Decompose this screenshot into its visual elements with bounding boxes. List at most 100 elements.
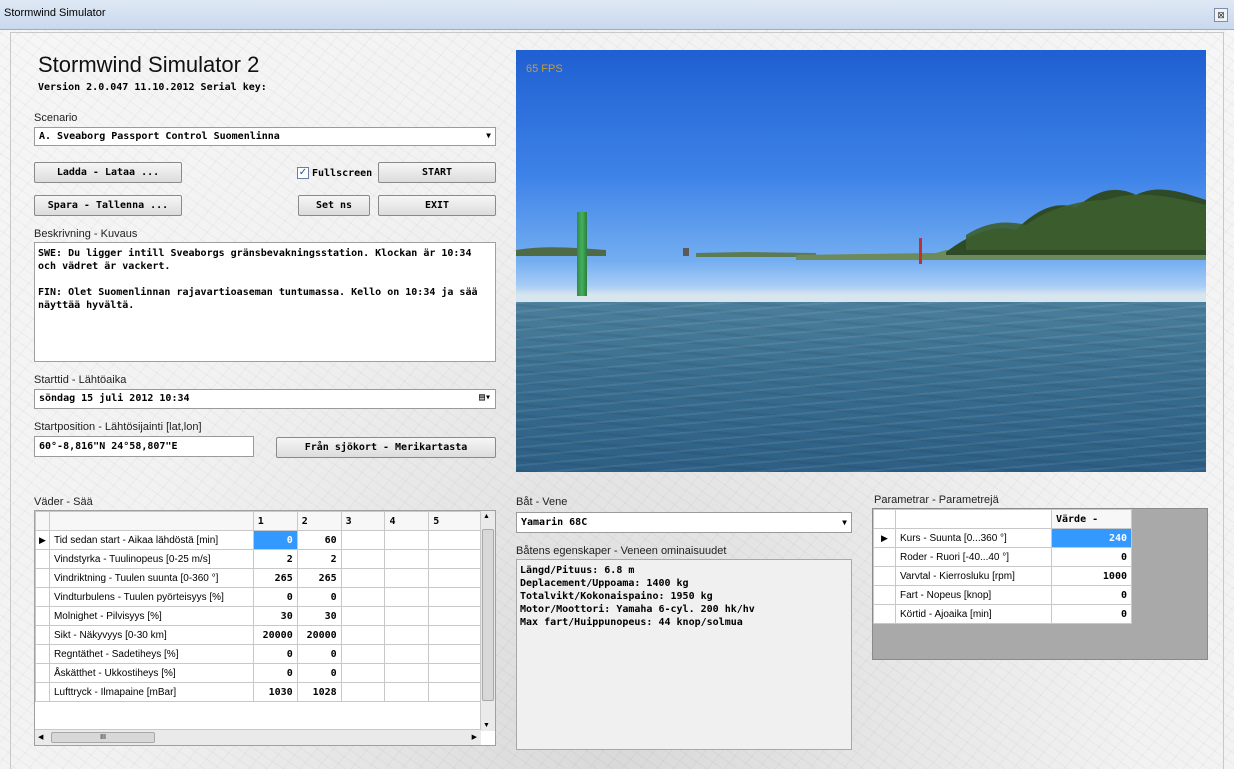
cell-empty[interactable] [428,625,481,645]
weather-hscrollbar[interactable]: ◀ III ▶ [35,729,481,745]
cell-empty[interactable] [384,644,430,664]
cell-empty[interactable] [340,625,386,645]
boat-select[interactable]: Yamarin 68C ▼ [516,512,852,533]
load-button[interactable]: Ladda - Lataa ... [34,162,182,183]
cell-empty[interactable] [384,625,430,645]
cell-empty[interactable] [428,682,481,702]
cell-value[interactable]: 0 [1051,604,1132,624]
table-row[interactable]: ▶ Tid sedan start - Aikaa lähdöstä [min]… [35,530,481,550]
cell-empty[interactable] [428,606,481,626]
table-row[interactable]: Roder - Ruori [-40...40 °] 0 [873,547,1132,567]
cell-empty[interactable] [384,682,430,702]
table-row[interactable]: Lufttryck - Ilmapaine [mBar] 1030 1028 [35,682,481,702]
scenario-select[interactable]: A. Sveaborg Passport Control Suomenlinna… [34,127,496,146]
cell-value[interactable]: 265 [252,568,298,588]
table-row[interactable]: Fart - Nopeus [knop] 0 [873,585,1132,605]
cell-empty[interactable] [340,606,386,626]
current-row-arrow-icon: ▶ [35,530,50,550]
cell-empty[interactable] [340,663,386,683]
scroll-right-icon[interactable]: ▶ [472,733,477,741]
column-header-4[interactable]: 4 [384,511,430,531]
cell-empty[interactable] [340,530,386,550]
weather-vscrollbar[interactable]: ▲ ▼ [480,511,495,731]
weather-grid[interactable]: 1 2 3 4 5 ▶ Tid sedan start - Aikaa lähd… [34,510,496,746]
cell-empty[interactable] [384,663,430,683]
cell-value[interactable]: 2 [252,549,298,569]
cell-empty[interactable] [384,587,430,607]
cell-empty[interactable] [384,530,430,550]
cell-value[interactable]: 30 [296,606,342,626]
cell-value[interactable]: 1028 [296,682,342,702]
column-header-1[interactable]: 1 [252,511,298,531]
cell-empty[interactable] [384,568,430,588]
cell-value[interactable]: 0 [252,644,298,664]
table-row[interactable]: Regntäthet - Sadetiheys [%] 0 0 [35,644,481,664]
cell-value[interactable]: 2 [296,549,342,569]
start-position-input[interactable]: 60°-8,816"N 24°58,807"E [34,436,254,457]
column-header-5[interactable]: 5 [428,511,481,531]
table-row[interactable]: Vindstyrka - Tuulinopeus [0-25 m/s] 2 2 [35,549,481,569]
cell-value[interactable]: 0 [252,587,298,607]
description-textarea[interactable]: SWE: Du ligger intill Sveaborgs gränsbev… [34,242,496,362]
cell-value[interactable]: 0 [296,663,342,683]
column-header-value[interactable]: Värde - [1051,509,1132,529]
cell-empty[interactable] [384,606,430,626]
cell-value[interactable]: 0 [296,644,342,664]
cell-value[interactable]: 265 [296,568,342,588]
cell-empty[interactable] [428,530,481,550]
cell-value[interactable]: 60 [296,530,342,550]
from-chart-button[interactable]: Från sjökort - Merikartasta [276,437,496,458]
cell-empty[interactable] [340,587,386,607]
params-label: Parametrar - Parametrejä [874,494,999,506]
start-button[interactable]: START [378,162,496,183]
cell-value[interactable]: 20000 [252,625,298,645]
chevron-down-icon: ▼ [486,131,491,140]
start-time-picker[interactable]: söndag 15 juli 2012 10:34 ▤▾ [34,389,496,409]
chevron-down-icon: ▼ [842,518,847,527]
column-header-3[interactable]: 3 [340,511,386,531]
save-button[interactable]: Spara - Tallenna ... [34,195,182,216]
cell-value[interactable]: 30 [252,606,298,626]
vscroll-thumb[interactable] [482,529,494,701]
close-icon[interactable]: ⊠ [1214,8,1228,22]
cell-empty[interactable] [428,587,481,607]
cell-value[interactable]: 1000 [1051,566,1132,586]
cell-empty[interactable] [384,549,430,569]
cell-value[interactable]: 0 [1051,585,1132,605]
hscroll-thumb[interactable]: III [51,732,155,743]
simulation-viewport[interactable]: 65 FPS [516,50,1206,472]
fullscreen-checkbox[interactable]: ✓ Fullscreen [297,165,372,181]
cell-empty[interactable] [340,644,386,664]
table-row[interactable]: Vindriktning - Tuulen suunta [0-360 °] 2… [35,568,481,588]
cell-empty[interactable] [428,568,481,588]
table-row[interactable]: Åskätthet - Ukkostiheys [%] 0 0 [35,663,481,683]
cell-value[interactable]: 1030 [252,682,298,702]
scroll-down-icon[interactable]: ▼ [483,722,490,729]
column-header-2[interactable]: 2 [296,511,342,531]
cell-value[interactable]: 240 [1051,528,1132,548]
set-ns-button[interactable]: Set ns [298,195,370,216]
cell-value[interactable]: 20000 [296,625,342,645]
cell-value[interactable]: 0 [252,530,298,550]
params-grid[interactable]: Värde - ▶ Kurs - Suunta [0...360 °] 240 … [872,508,1208,660]
cell-empty[interactable] [340,568,386,588]
cell-empty[interactable] [428,644,481,664]
cell-empty[interactable] [340,682,386,702]
scroll-left-icon[interactable]: ◀ [38,733,43,741]
exit-button[interactable]: EXIT [378,195,496,216]
cell-value[interactable]: 0 [1051,547,1132,567]
calendar-icon[interactable]: ▤▾ [479,392,491,403]
table-row[interactable]: ▶ Kurs - Suunta [0...360 °] 240 [873,528,1132,548]
table-row[interactable]: Vindturbulens - Tuulen pyörteisyys [%] 0… [35,587,481,607]
cell-empty[interactable] [340,549,386,569]
table-row[interactable]: Molnighet - Pilvisyys [%] 30 30 [35,606,481,626]
cell-value[interactable]: 0 [296,587,342,607]
row-name: Varvtal - Kierrosluku [rpm] [895,566,1052,586]
cell-empty[interactable] [428,549,481,569]
cell-empty[interactable] [428,663,481,683]
scroll-up-icon[interactable]: ▲ [483,513,490,520]
table-row[interactable]: Körtid - Ajoaika [min] 0 [873,604,1132,624]
table-row[interactable]: Sikt - Näkyvyys [0-30 km] 20000 20000 [35,625,481,645]
cell-value[interactable]: 0 [252,663,298,683]
table-row[interactable]: Varvtal - Kierrosluku [rpm] 1000 [873,566,1132,586]
